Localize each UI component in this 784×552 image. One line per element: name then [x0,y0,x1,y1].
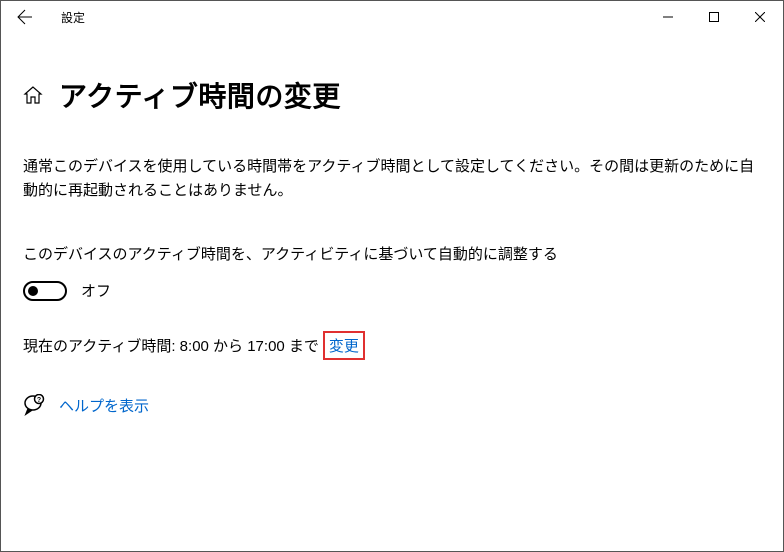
toggle-row: オフ [23,280,761,301]
page-heading: アクティブ時間の変更 [59,75,341,115]
close-icon [755,12,765,22]
heading-row: アクティブ時間の変更 [23,75,761,115]
current-hours-text: 現在のアクティブ時間: 8:00 から 17:00 まで [23,335,319,356]
auto-adjust-toggle[interactable] [23,281,67,301]
svg-text:?: ? [37,397,41,404]
help-link[interactable]: ヘルプを表示 [59,395,149,416]
window-title: 設定 [61,9,85,26]
titlebar-left: 設定 [9,1,85,33]
titlebar: 設定 [1,1,783,33]
back-arrow-icon [17,9,33,25]
maximize-button[interactable] [691,1,737,33]
toggle-state-label: オフ [81,280,111,301]
content-area: アクティブ時間の変更 通常このデバイスを使用している時間帯をアクティブ時間として… [1,33,783,436]
maximize-icon [709,12,719,22]
minimize-icon [663,12,673,22]
home-icon[interactable] [23,85,43,105]
close-button[interactable] [737,1,783,33]
current-active-hours: 現在のアクティブ時間: 8:00 から 17:00 まで 変更 [23,331,761,360]
minimize-button[interactable] [645,1,691,33]
help-icon: ? [23,394,45,416]
auto-adjust-label: このデバイスのアクティブ時間を、アクティビティに基づいて自動的に調整する [23,243,761,264]
back-button[interactable] [9,1,41,33]
help-row: ? ヘルプを表示 [23,394,761,416]
window-controls [645,1,783,33]
toggle-knob [28,286,38,296]
change-link[interactable]: 変更 [323,331,365,360]
page-description: 通常このデバイスを使用している時間帯をアクティブ時間として設定してください。その… [23,155,761,203]
